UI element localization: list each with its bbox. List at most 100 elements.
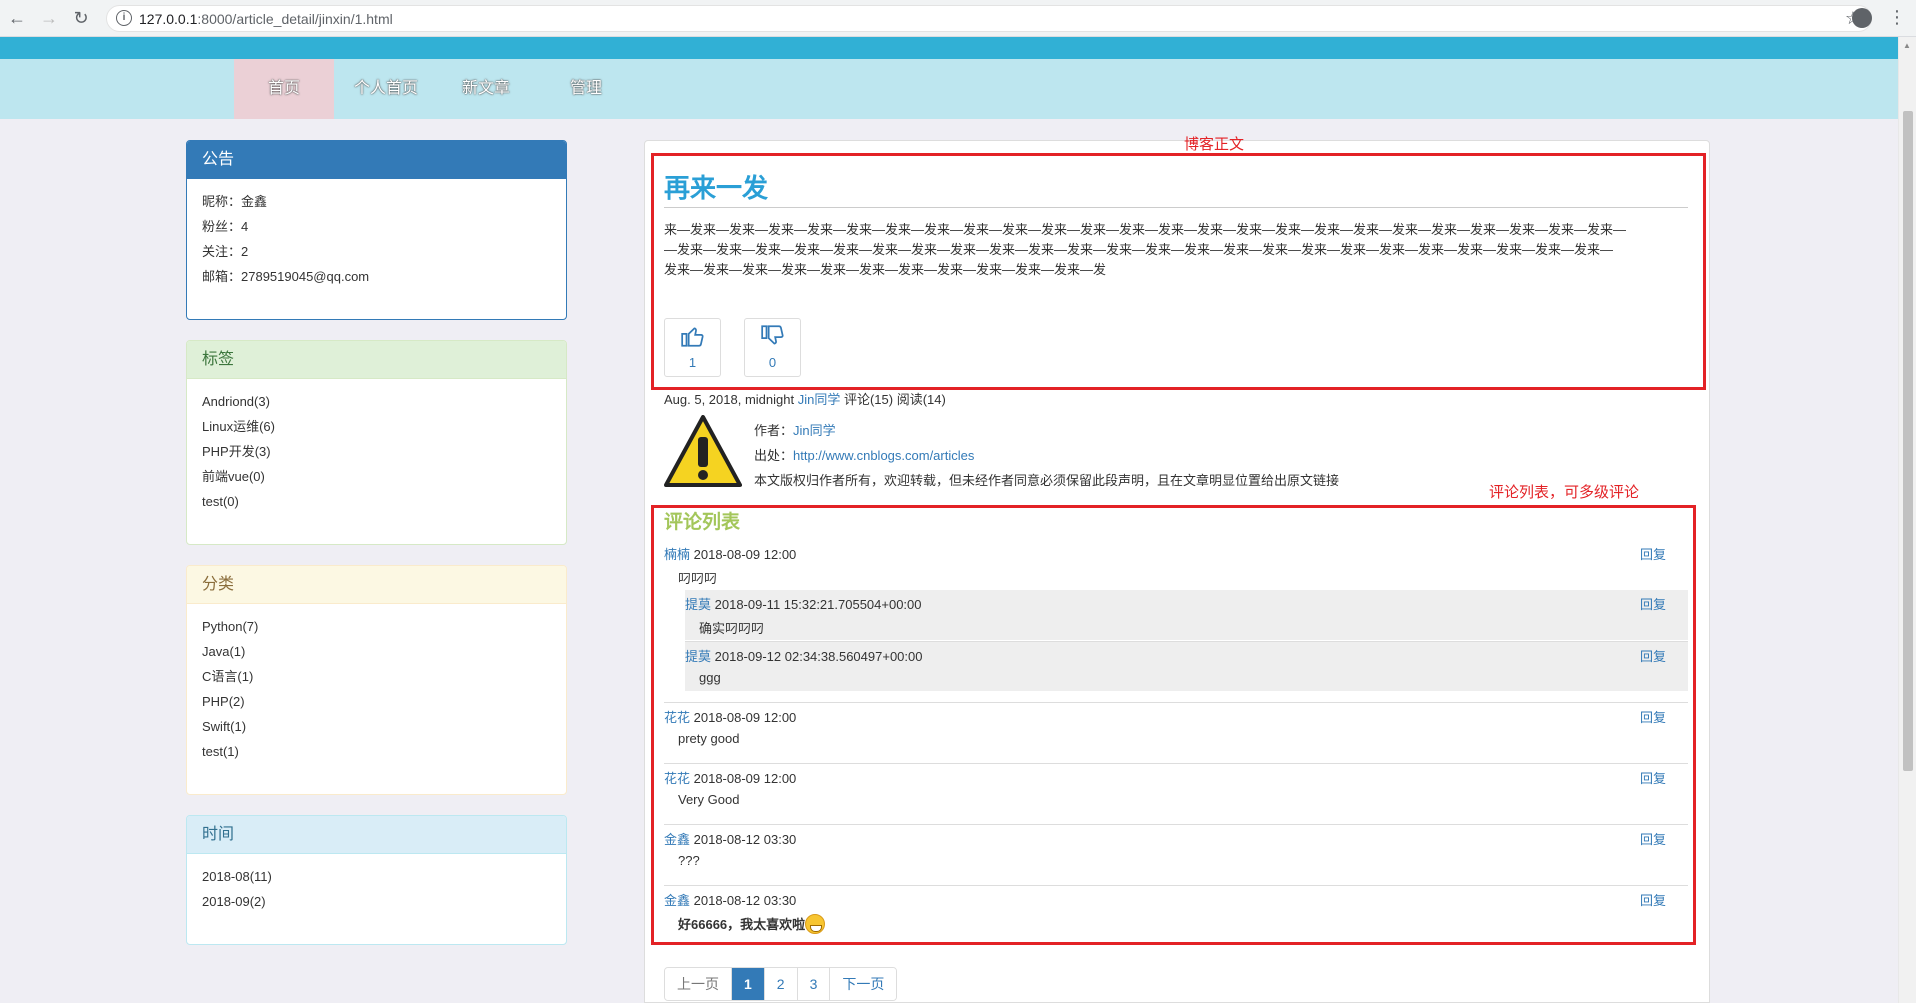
copyright-author: 作者：Jin同学 bbox=[754, 423, 836, 438]
reply-button[interactable]: 回复 bbox=[1640, 594, 1666, 613]
article-title: 再来一发 bbox=[664, 173, 769, 203]
kebab-menu-icon[interactable]: ⋮ bbox=[1888, 6, 1906, 28]
category-link[interactable]: PHP(2) bbox=[202, 689, 551, 714]
comment-user-link[interactable]: 楠楠 bbox=[664, 547, 690, 562]
comment-user-link[interactable]: 提莫 bbox=[685, 597, 711, 612]
comment-time: 2018-08-09 12:00 bbox=[693, 771, 797, 786]
like-count: 1 bbox=[688, 355, 697, 370]
scroll-up-icon[interactable]: ▲ bbox=[1903, 41, 1911, 50]
copyright-author-link[interactable]: Jin同学 bbox=[793, 423, 836, 438]
tag-link[interactable]: Andriond(3) bbox=[202, 389, 551, 414]
copyright-notice: 本文版权归作者所有，欢迎转载，但未经作者同意必须保留此段声明，且在文章明显位置给… bbox=[754, 473, 1340, 488]
fans-line: 粉丝：4 bbox=[202, 219, 249, 234]
tag-link[interactable]: PHP开发(3) bbox=[202, 439, 551, 464]
category-link[interactable]: Python(7) bbox=[202, 614, 551, 639]
comment-text: prety good bbox=[678, 731, 740, 746]
comments-title: 评论列表 bbox=[664, 512, 741, 533]
comment-user-link[interactable]: 提莫 bbox=[685, 649, 711, 664]
nickname-line: 昵称：金鑫 bbox=[202, 194, 268, 209]
nav-manage[interactable]: 管理 bbox=[548, 59, 624, 119]
categories-panel-title: 分类 bbox=[187, 566, 566, 604]
category-link[interactable]: Swift(1) bbox=[202, 714, 551, 739]
comment-divider bbox=[664, 885, 1688, 886]
article-meta: Aug. 5, 2018, midnight Jin同学 评论(15) 阅读(1… bbox=[664, 389, 946, 408]
comment-divider bbox=[664, 763, 1688, 764]
archive-panel-title: 时间 bbox=[187, 816, 566, 854]
comment-text: 确实叼叼叼 bbox=[699, 621, 765, 636]
scrollbar-thumb[interactable] bbox=[1903, 111, 1913, 771]
site-navbar: 首页 个人首页 新文章 管理 bbox=[0, 59, 1898, 119]
meta-author-link[interactable]: Jin同学 bbox=[798, 392, 841, 407]
comment-user-link[interactable]: 金鑫 bbox=[664, 893, 690, 908]
child-comment-item: 提莫 2018-09-12 02:34:38.560497+00:00 回复 g… bbox=[685, 641, 1688, 691]
tag-link[interactable]: Linux运维(6) bbox=[202, 414, 551, 439]
comment-text: ggg bbox=[699, 670, 721, 685]
dislike-button[interactable]: 0 bbox=[744, 318, 801, 377]
pagination: 上一页 1 2 3 下一页 bbox=[664, 967, 898, 1001]
archive-link[interactable]: 2018-08(11) bbox=[202, 864, 551, 889]
vertical-scrollbar[interactable]: ▲ bbox=[1898, 37, 1916, 1003]
notice-panel: 公告 昵称：金鑫 粉丝：4 关注：2 邮箱：2789519045@qq.com bbox=[186, 140, 567, 320]
url-text: 127.0.0.1:8000/article_detail/jinxin/1.h… bbox=[139, 11, 393, 27]
reload-icon[interactable]: ↻ bbox=[70, 7, 92, 29]
forward-arrow-icon[interactable]: → bbox=[38, 7, 60, 29]
tag-link[interactable]: 前端vue(0) bbox=[202, 464, 551, 489]
comment-text: Very Good bbox=[678, 792, 740, 807]
page-button[interactable]: 3 bbox=[797, 968, 831, 1000]
copyright-source-link[interactable]: http://www.cnblogs.com/articles bbox=[793, 448, 974, 463]
meta-stats: 评论(15) 阅读(14) bbox=[843, 392, 946, 407]
reply-button[interactable]: 回复 bbox=[1640, 707, 1666, 726]
comment-time: 2018-09-12 02:34:38.560497+00:00 bbox=[714, 649, 923, 664]
dislike-count: 0 bbox=[768, 355, 777, 370]
thumbs-down-icon bbox=[745, 323, 800, 355]
prev-page-button[interactable]: 上一页 bbox=[665, 968, 732, 1000]
like-button[interactable]: 1 bbox=[664, 318, 721, 377]
tag-link[interactable]: test(0) bbox=[202, 489, 551, 514]
comment-item: 花花 2018-08-09 12:00 回复 prety good bbox=[664, 707, 1688, 757]
archive-link[interactable]: 2018-09(2) bbox=[202, 889, 551, 914]
thumbs-up-icon bbox=[665, 323, 720, 355]
nav-new-article[interactable]: 新文章 bbox=[448, 59, 524, 119]
comment-user-link[interactable]: 金鑫 bbox=[664, 832, 690, 847]
following-line: 关注：2 bbox=[202, 244, 249, 259]
comments-annotation: 评论列表，可多级评论 bbox=[1489, 484, 1640, 501]
grin-emoji-icon bbox=[805, 914, 826, 934]
reply-button[interactable]: 回复 bbox=[1640, 829, 1666, 848]
reply-button[interactable]: 回复 bbox=[1640, 646, 1666, 665]
info-icon[interactable]: i bbox=[116, 10, 132, 26]
nav-home[interactable]: 首页 bbox=[234, 59, 334, 119]
copyright-source: 出处：http://www.cnblogs.com/articles bbox=[754, 448, 975, 463]
next-page-button[interactable]: 下一页 bbox=[830, 968, 897, 1000]
comment-time: 2018-08-09 12:00 bbox=[693, 547, 797, 562]
meta-date: Aug. 5, 2018, midnight bbox=[664, 392, 795, 407]
notice-panel-title: 公告 bbox=[187, 141, 566, 179]
comment-time: 2018-08-12 03:30 bbox=[693, 832, 797, 847]
category-link[interactable]: C语言(1) bbox=[202, 664, 551, 689]
reply-button[interactable]: 回复 bbox=[1640, 890, 1666, 909]
back-arrow-icon[interactable]: ← bbox=[6, 7, 28, 29]
archive-panel: 时间 2018-08(11) 2018-09(2) bbox=[186, 815, 567, 945]
comment-item: 楠楠 2018-08-09 12:00 回复 叼叼叼 bbox=[664, 544, 1688, 590]
comment-time: 2018-08-12 03:30 bbox=[693, 893, 797, 908]
tags-panel: 标签 Andriond(3) Linux运维(6) PHP开发(3) 前端vue… bbox=[186, 340, 567, 545]
comment-item: 花花 2018-08-09 12:00 回复 Very Good bbox=[664, 768, 1688, 818]
category-link[interactable]: Java(1) bbox=[202, 639, 551, 664]
category-link[interactable]: test(1) bbox=[202, 739, 551, 764]
comment-text: 叼叼叼 bbox=[678, 571, 718, 586]
browser-toolbar: ← → ↻ i 127.0.0.1:8000/article_detail/ji… bbox=[0, 0, 1916, 37]
comment-user-link[interactable]: 花花 bbox=[664, 771, 690, 786]
page-button[interactable]: 1 bbox=[732, 968, 765, 1000]
tags-panel-title: 标签 bbox=[187, 341, 566, 379]
email-line: 邮箱：2789519045@qq.com bbox=[202, 269, 370, 284]
nav-personal-home[interactable]: 个人首页 bbox=[342, 59, 430, 119]
comment-time: 2018-09-11 15:32:21.705504+00:00 bbox=[714, 597, 922, 612]
comment-divider bbox=[664, 824, 1688, 825]
comment-item: 金鑫 2018-08-12 03:30 回复 ??? bbox=[664, 829, 1688, 879]
reply-button[interactable]: 回复 bbox=[1640, 544, 1666, 563]
address-bar[interactable]: i 127.0.0.1:8000/article_detail/jinxin/1… bbox=[106, 5, 1872, 32]
page-button[interactable]: 2 bbox=[764, 968, 798, 1000]
comment-user-link[interactable]: 花花 bbox=[664, 710, 690, 725]
comment-divider bbox=[664, 702, 1688, 703]
reply-button[interactable]: 回复 bbox=[1640, 768, 1666, 787]
account-avatar-icon[interactable] bbox=[1852, 8, 1872, 28]
